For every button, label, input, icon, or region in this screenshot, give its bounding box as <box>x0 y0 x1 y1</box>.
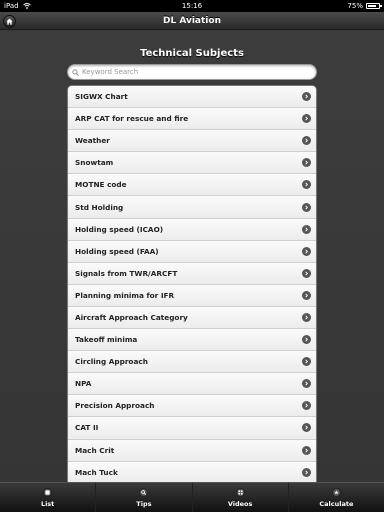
home-button[interactable] <box>3 15 16 28</box>
app-header: DL Aviation <box>0 12 384 30</box>
tab-tips[interactable]: Tips <box>96 483 193 512</box>
page-body: Technical Subjects SIGWX Chart ARP CAT fo… <box>0 31 384 485</box>
list-item[interactable]: Snowtam <box>68 152 316 175</box>
list-item[interactable]: ARP CAT for rescue and fire <box>68 108 316 131</box>
section-title: Technical Subjects <box>140 48 244 59</box>
list-item-label: Mach Tuck <box>75 467 118 477</box>
app-title: DL Aviation <box>163 15 221 26</box>
list-icon <box>43 487 53 497</box>
list-item[interactable]: Precision Approach <box>68 395 316 418</box>
list-item-label: Precision Approach <box>75 401 155 411</box>
list-item-label: Signals from TWR/ARCFT <box>75 268 178 278</box>
chevron-right-icon <box>302 445 311 455</box>
list-item-label: Weather <box>75 136 110 146</box>
list-item-label: ARP CAT for rescue and fire <box>75 114 189 124</box>
status-bar: iPad 15:16 75% <box>0 0 384 12</box>
list-item[interactable]: NPA <box>68 373 316 396</box>
chevron-right-icon <box>302 246 311 256</box>
list-item[interactable]: CAT II <box>68 417 316 440</box>
chevron-right-icon <box>302 423 311 433</box>
star-icon <box>331 487 341 497</box>
list-item-label: Aircraft Approach Category <box>75 312 188 322</box>
search-icon <box>139 487 149 497</box>
list-item[interactable]: Weather <box>68 130 316 153</box>
wifi-icon <box>22 3 31 9</box>
home-icon <box>6 18 13 25</box>
list-item-label: Planning minima for IFR <box>75 290 175 300</box>
chevron-right-icon <box>302 467 311 477</box>
battery-percent: 75% <box>347 2 363 10</box>
chevron-right-icon <box>302 136 311 146</box>
search-icon <box>72 68 79 76</box>
chevron-right-icon <box>302 202 311 212</box>
status-right: 75% <box>347 0 382 12</box>
chevron-right-icon <box>302 312 311 322</box>
chevron-right-icon <box>302 92 311 102</box>
chevron-right-icon <box>302 180 311 190</box>
chevron-right-icon <box>302 379 311 389</box>
search-input[interactable] <box>82 68 302 76</box>
chevron-right-icon <box>302 401 311 411</box>
list-item[interactable]: Holding speed (FAA) <box>68 240 316 263</box>
list-item[interactable]: Aircraft Approach Category <box>68 306 316 330</box>
list-item[interactable]: Signals from TWR/ARCFT <box>68 262 316 285</box>
tab-list[interactable]: List <box>0 483 97 512</box>
chevron-right-icon <box>302 335 311 345</box>
list-item[interactable]: Holding speed (ICAO) <box>68 218 316 241</box>
search-box <box>67 64 317 80</box>
list-item[interactable]: SIGWX Chart <box>68 86 316 109</box>
list-item-label: Holding speed (FAA) <box>75 246 159 256</box>
chevron-right-icon <box>302 290 311 300</box>
topic-list: SIGWX Chart ARP CAT for rescue and fire We… <box>67 85 317 485</box>
list-item-label: MOTNE code <box>75 180 127 190</box>
tab-calculate[interactable]: Calculate <box>289 483 384 512</box>
tab-bar: List Tips Videos Calculate <box>0 482 384 512</box>
list-item-label: NPA <box>75 379 92 389</box>
list-item-label: Circling Approach <box>75 357 148 367</box>
list-item[interactable]: Std Holding <box>68 196 316 219</box>
status-left: iPad <box>4 0 31 12</box>
chevron-right-icon <box>302 224 311 234</box>
status-time: 15:16 <box>181 2 203 10</box>
list-item-label: Snowtam <box>75 158 114 168</box>
chevron-right-icon <box>302 158 311 168</box>
list-item[interactable]: Takeoff minima <box>68 329 316 352</box>
list-item-label: Std Holding <box>75 202 124 212</box>
list-item-label: Takeoff minima <box>75 335 138 345</box>
list-item-label: Mach Crit <box>75 445 115 455</box>
list-item[interactable]: Mach Tuck <box>68 461 316 484</box>
list-item-label: Holding speed (ICAO) <box>75 224 164 234</box>
chevron-right-icon <box>302 114 311 124</box>
list-item[interactable]: Mach Crit <box>68 439 316 462</box>
list-item[interactable]: Planning minima for IFR <box>68 284 316 307</box>
list-item-label: CAT II <box>75 423 99 433</box>
tab-label: Videos <box>227 499 253 508</box>
list-item-label: SIGWX Chart <box>75 92 128 102</box>
device-label: iPad <box>4 2 19 10</box>
grid-icon <box>235 487 245 497</box>
chevron-right-icon <box>302 268 311 278</box>
tab-label: Calculate <box>319 499 354 508</box>
chevron-right-icon <box>302 357 311 367</box>
list-item[interactable]: Circling Approach <box>68 351 316 374</box>
battery-icon <box>366 3 382 9</box>
tab-videos[interactable]: Videos <box>193 483 289 512</box>
tab-label: List <box>40 499 55 508</box>
list-item[interactable]: MOTNE code <box>68 174 316 197</box>
tab-label: Tips <box>136 499 152 508</box>
